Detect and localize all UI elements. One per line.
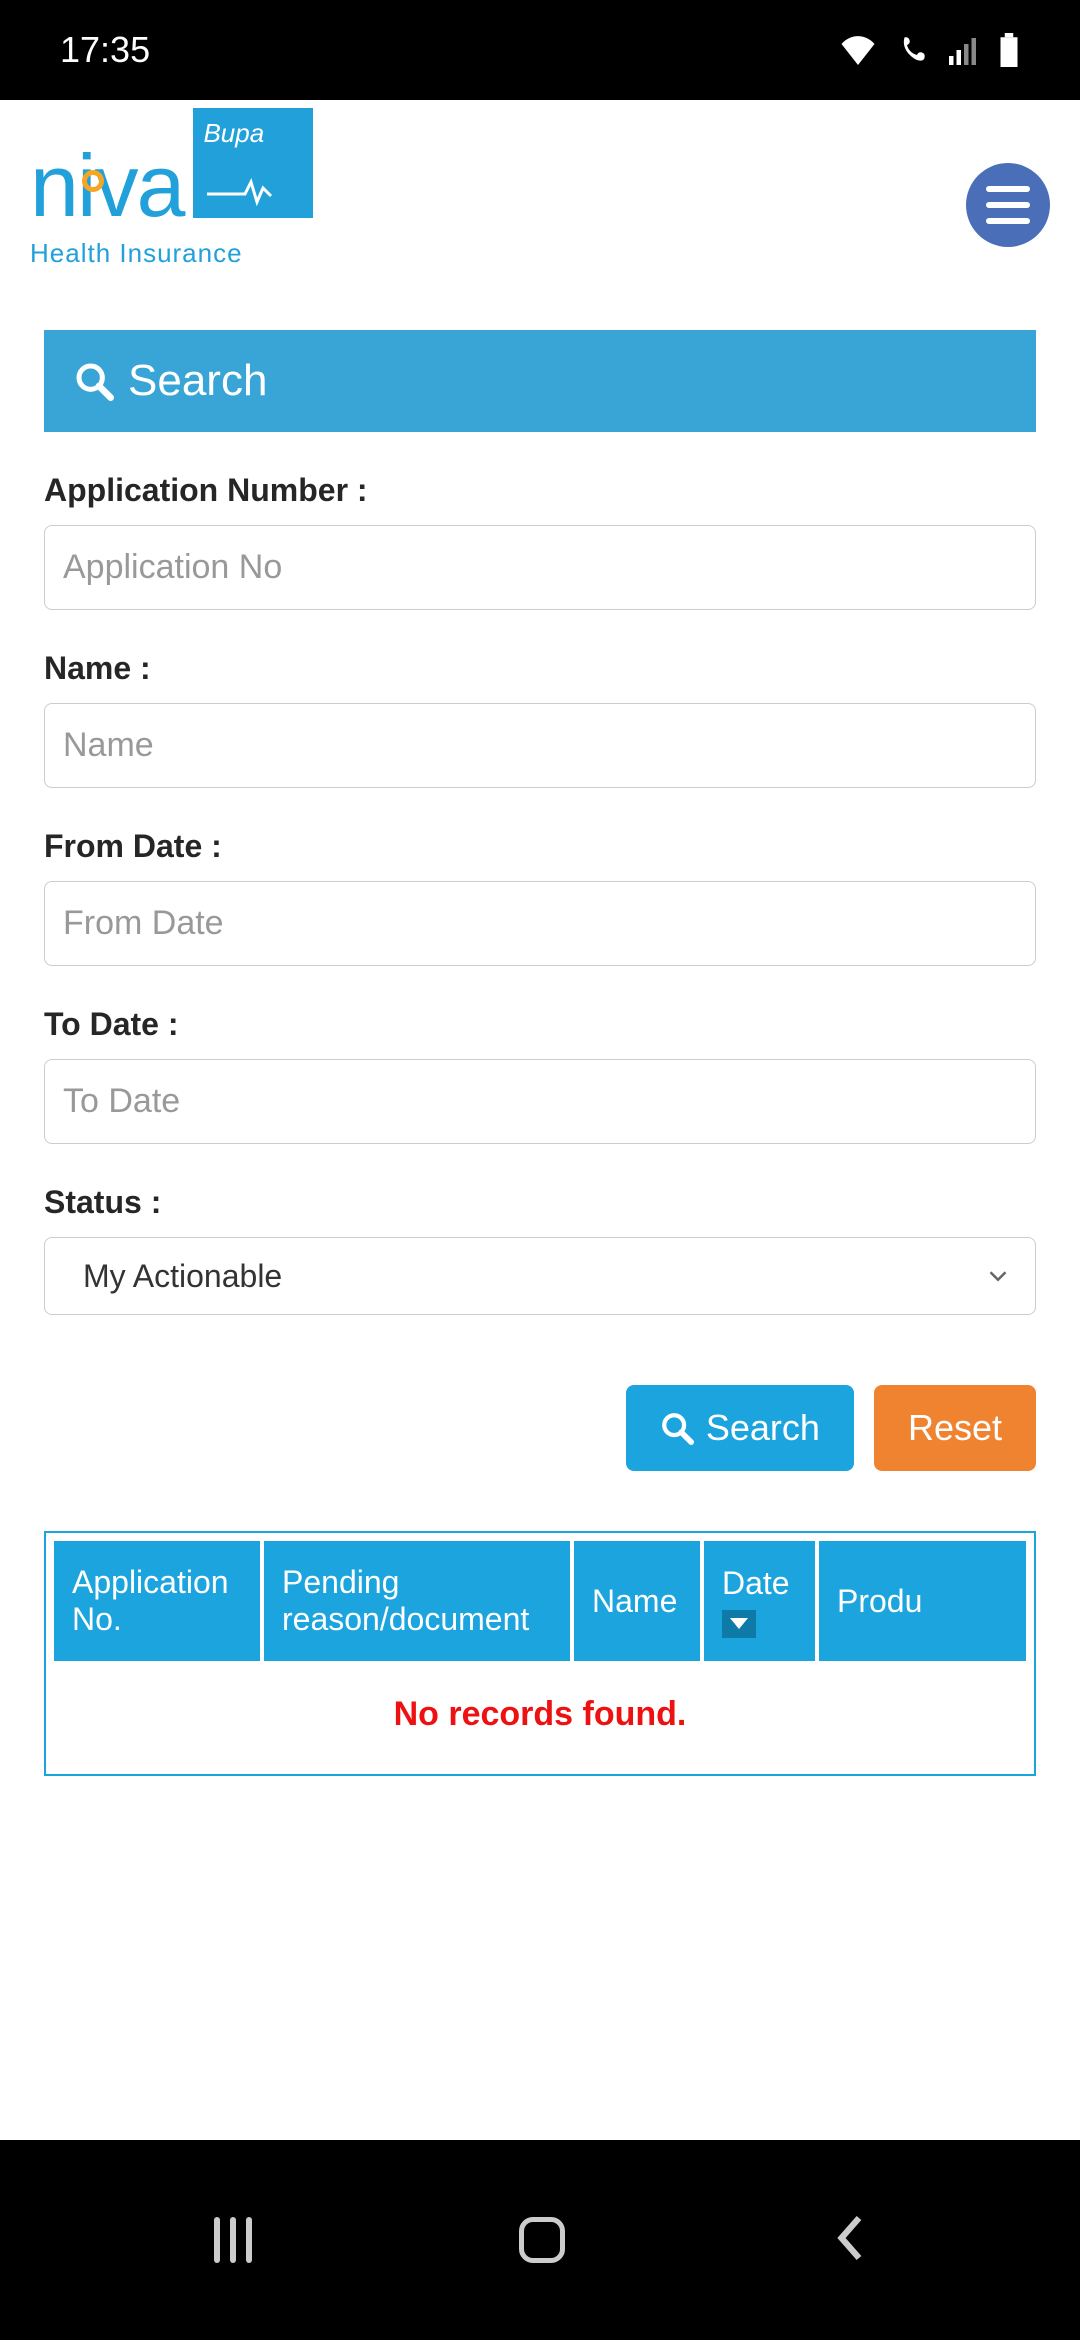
col-product[interactable]: Produ xyxy=(819,1541,1026,1661)
battery-icon xyxy=(998,33,1020,67)
status-select[interactable]: My Actionable xyxy=(44,1237,1036,1315)
col-date[interactable]: Date xyxy=(704,1541,819,1661)
android-status-bar: 17:35 xyxy=(0,0,1080,100)
search-panel-header: Search xyxy=(44,330,1036,432)
from-date-label: From Date : xyxy=(44,828,1036,865)
table-header-row: Application No. Pending reason/document … xyxy=(46,1541,1034,1661)
bupa-badge: Bupa xyxy=(193,108,313,218)
no-records-message: No records found. xyxy=(46,1661,1034,1774)
name-input[interactable] xyxy=(44,703,1036,788)
reset-button[interactable]: Reset xyxy=(874,1385,1036,1471)
col-name[interactable]: Name xyxy=(574,1541,704,1661)
application-number-label: Application Number : xyxy=(44,472,1036,509)
to-date-label: To Date : xyxy=(44,1006,1036,1043)
app-header: niva Bupa Health Insurance xyxy=(0,100,1080,310)
search-panel-title: Search xyxy=(128,356,267,406)
status-label: Status : xyxy=(44,1184,1036,1221)
name-label: Name : xyxy=(44,650,1036,687)
col-pending-reason[interactable]: Pending reason/document xyxy=(264,1541,574,1661)
application-number-input[interactable] xyxy=(44,525,1036,610)
nav-recent-button[interactable] xyxy=(214,2217,252,2263)
signal-icon xyxy=(948,35,980,65)
wifi-icon xyxy=(840,35,876,65)
brand-tagline: Health Insurance xyxy=(30,238,243,269)
from-date-input[interactable] xyxy=(44,881,1036,966)
nav-back-button[interactable] xyxy=(832,2213,866,2268)
status-icons xyxy=(840,33,1020,67)
brand-logo: niva Bupa Health Insurance xyxy=(30,142,313,269)
android-nav-bar xyxy=(0,2140,1080,2340)
nav-home-button[interactable] xyxy=(519,2217,565,2263)
search-icon xyxy=(660,1411,694,1445)
brand-dot-icon xyxy=(82,170,104,192)
search-icon xyxy=(74,361,114,401)
sort-desc-icon xyxy=(722,1610,756,1638)
to-date-input[interactable] xyxy=(44,1059,1036,1144)
results-table: Application No. Pending reason/document … xyxy=(44,1531,1036,1776)
brand-name: niva xyxy=(30,142,183,230)
call-wifi-icon xyxy=(894,35,930,65)
status-time: 17:35 xyxy=(60,29,150,71)
menu-button[interactable] xyxy=(966,163,1050,247)
col-application-no[interactable]: Application No. xyxy=(54,1541,264,1661)
search-button[interactable]: Search xyxy=(626,1385,854,1471)
